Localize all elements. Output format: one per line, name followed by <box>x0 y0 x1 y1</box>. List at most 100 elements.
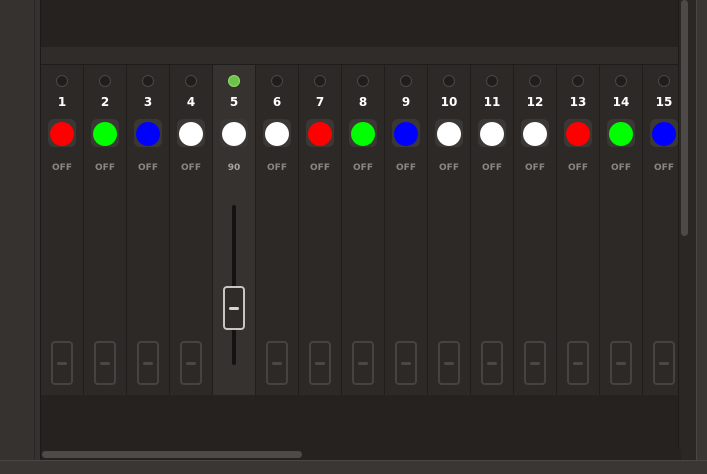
fader-handle[interactable] <box>51 341 73 385</box>
channel-number: 8 <box>358 95 368 109</box>
fader-handle[interactable] <box>438 341 460 385</box>
channel-active-indicator <box>486 75 498 87</box>
vertical-scrollbar-thumb[interactable] <box>681 0 688 236</box>
channel-strip[interactable]: 12 OFF <box>514 65 557 395</box>
channel-value: OFF <box>181 163 201 173</box>
color-swatch[interactable] <box>609 122 633 146</box>
channel-strip[interactable]: 3 OFF <box>127 65 170 395</box>
channel-strip[interactable]: 4 OFF <box>170 65 213 395</box>
left-panel-divider <box>34 0 35 473</box>
channel-number: 7 <box>315 95 325 109</box>
channel-active-indicator <box>658 75 670 87</box>
color-swatch[interactable] <box>351 122 375 146</box>
fader-handle[interactable] <box>266 341 288 385</box>
channel-active-indicator <box>572 75 584 87</box>
color-swatch[interactable] <box>222 122 246 146</box>
fader-track[interactable] <box>232 205 236 365</box>
channel-active-indicator <box>314 75 326 87</box>
channel-strip[interactable]: 10 OFF <box>428 65 471 395</box>
fader-handle[interactable] <box>524 341 546 385</box>
channel-strip[interactable]: 1 OFF <box>41 65 84 395</box>
fader-grip-icon <box>229 307 239 310</box>
horizontal-scrollbar-thumb[interactable] <box>42 451 302 458</box>
channel-value: OFF <box>439 163 459 173</box>
fader-handle[interactable] <box>94 341 116 385</box>
channel-strip[interactable]: 15 OFF <box>643 65 678 395</box>
channel-value: OFF <box>353 163 373 173</box>
channel-strip[interactable]: 9 OFF <box>385 65 428 395</box>
channel-active-indicator <box>56 75 68 87</box>
channel-active-indicator <box>142 75 154 87</box>
channel-strip[interactable]: 11 OFF <box>471 65 514 395</box>
channel-value: OFF <box>52 163 72 173</box>
channel-number: 4 <box>186 95 196 109</box>
fader-handle[interactable] <box>653 341 675 385</box>
channel-number: 15 <box>655 95 673 109</box>
fader-handle[interactable] <box>481 341 503 385</box>
color-swatch[interactable] <box>93 122 117 146</box>
channel-strip[interactable]: 13 OFF <box>557 65 600 395</box>
fader-handle[interactable] <box>610 341 632 385</box>
channel-active-indicator <box>357 75 369 87</box>
channel-number: 11 <box>483 95 501 109</box>
channel-number: 2 <box>100 95 110 109</box>
color-swatch[interactable] <box>566 122 590 146</box>
fader-grip-icon <box>530 362 540 365</box>
color-swatch[interactable] <box>437 122 461 146</box>
fader-grip-icon <box>616 362 626 365</box>
fader-handle[interactable] <box>309 341 331 385</box>
fader-grip-icon <box>57 362 67 365</box>
channel-active-indicator <box>228 75 240 87</box>
channel-number: 1 <box>57 95 67 109</box>
fader-handle[interactable] <box>395 341 417 385</box>
window-right-border <box>696 0 707 473</box>
channel-strip-header <box>41 47 678 65</box>
color-swatch[interactable] <box>265 122 289 146</box>
fader-grip-icon <box>487 362 497 365</box>
fader-grip-icon <box>444 362 454 365</box>
color-swatch[interactable] <box>523 122 547 146</box>
color-swatch[interactable] <box>50 122 74 146</box>
fader-grip-icon <box>100 362 110 365</box>
color-swatch[interactable] <box>179 122 203 146</box>
color-swatch[interactable] <box>308 122 332 146</box>
fader-handle[interactable] <box>137 341 159 385</box>
fader-handle[interactable] <box>223 286 245 330</box>
mixer-window: 1 OFF 2 OFF 3 OFF 4 OFF 5 90 6 OFF 7 OFF 8 OFF 9 OFF 10 OFF… <box>0 0 707 474</box>
channel-number: 12 <box>526 95 544 109</box>
channel-number: 13 <box>569 95 587 109</box>
channel-strip[interactable]: 8 OFF <box>342 65 385 395</box>
channel-active-indicator <box>400 75 412 87</box>
top-empty-area <box>41 0 678 47</box>
channel-active-indicator <box>99 75 111 87</box>
channel-number: 3 <box>143 95 153 109</box>
channel-active-indicator <box>271 75 283 87</box>
fader-handle[interactable] <box>352 341 374 385</box>
bottom-empty-area <box>41 395 678 451</box>
channel-value: OFF <box>310 163 330 173</box>
fader-handle[interactable] <box>567 341 589 385</box>
color-swatch[interactable] <box>652 122 676 146</box>
channel-value: 90 <box>227 163 241 173</box>
channel-strip[interactable]: 14 OFF <box>600 65 643 395</box>
channel-active-indicator <box>615 75 627 87</box>
channel-value: OFF <box>611 163 631 173</box>
color-swatch[interactable] <box>394 122 418 146</box>
fader-grip-icon <box>315 362 325 365</box>
channel-value: OFF <box>95 163 115 173</box>
channel-strip[interactable]: 5 90 <box>213 65 256 395</box>
channel-value: OFF <box>654 163 674 173</box>
channel-value: OFF <box>482 163 502 173</box>
channel-strip[interactable]: 6 OFF <box>256 65 299 395</box>
channel-value: OFF <box>267 163 287 173</box>
channel-strip[interactable]: 2 OFF <box>84 65 127 395</box>
fader-handle[interactable] <box>180 341 202 385</box>
channel-strip[interactable]: 7 OFF <box>299 65 342 395</box>
channel-number: 14 <box>612 95 630 109</box>
fader-grip-icon <box>401 362 411 365</box>
color-swatch[interactable] <box>136 122 160 146</box>
channel-value: OFF <box>568 163 588 173</box>
left-panel <box>0 0 41 473</box>
channel-value: OFF <box>525 163 545 173</box>
color-swatch[interactable] <box>480 122 504 146</box>
